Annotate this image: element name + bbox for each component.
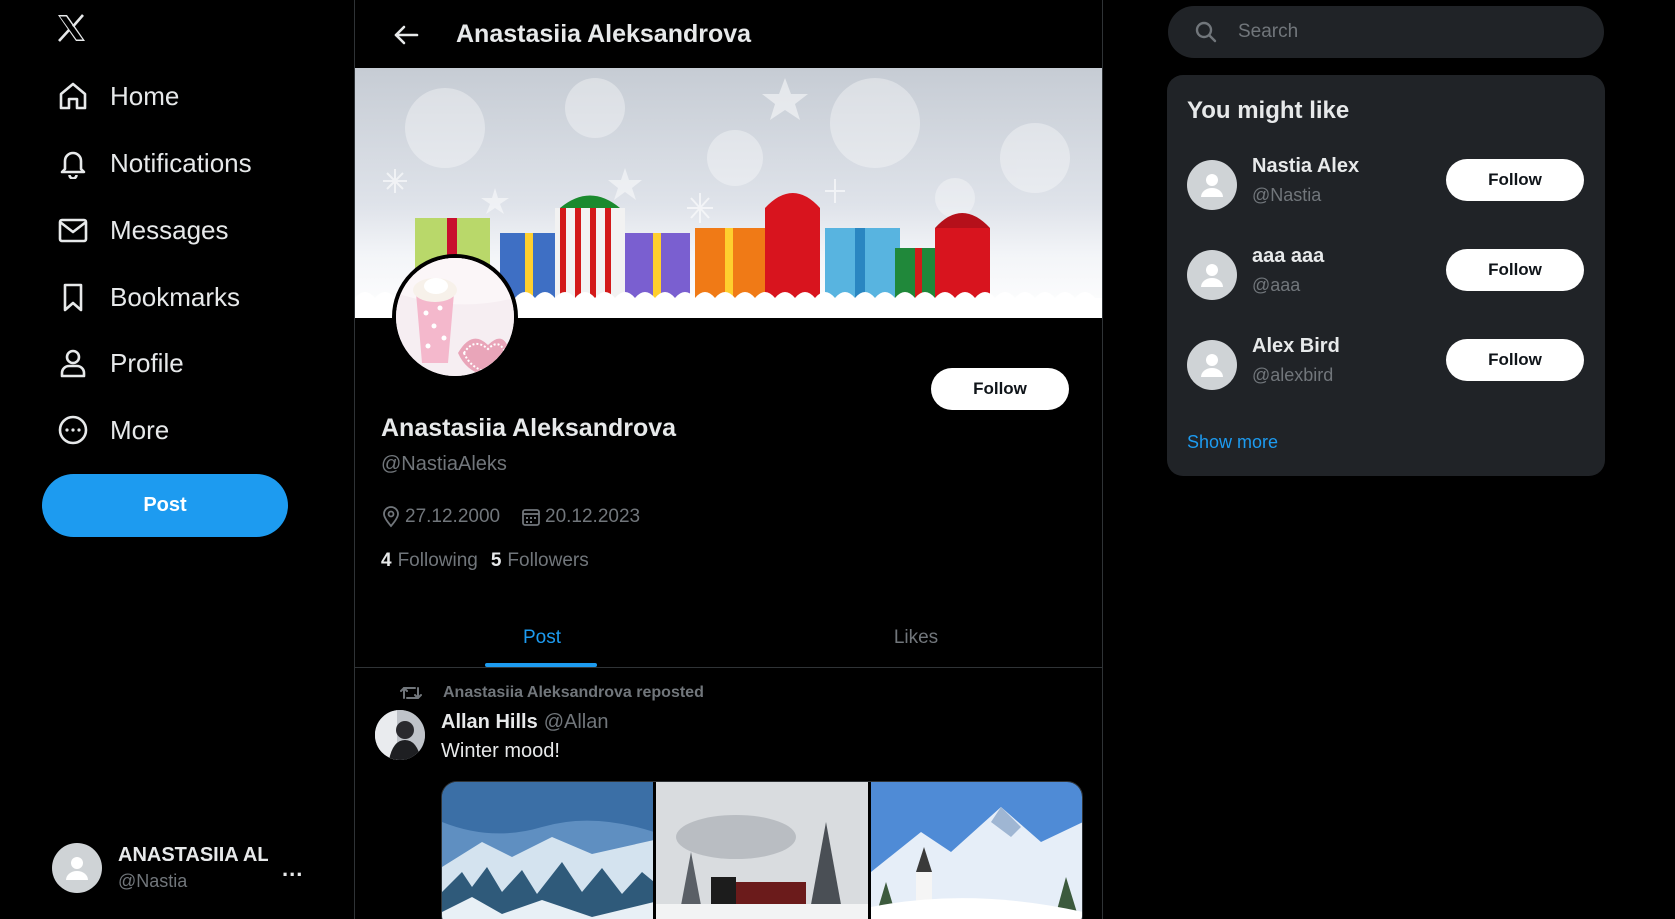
post-image[interactable]: [442, 782, 654, 919]
avatar: [1187, 340, 1237, 390]
suggested-user[interactable]: Alex Bird @alexbird Follow: [1187, 335, 1587, 395]
joined-date-text: 20.12.2023: [545, 506, 641, 527]
suggested-user-handle: @alexbird: [1252, 365, 1334, 385]
profile-name: Anastasiia Aleksandrova: [381, 414, 677, 442]
tab-post[interactable]: Post: [355, 608, 729, 668]
sidebar-item-more[interactable]: More: [54, 405, 169, 455]
sidebar-item-notifications[interactable]: Notifications: [54, 138, 252, 188]
followers-label: Followers: [507, 550, 589, 571]
follow-button[interactable]: Follow: [931, 368, 1069, 410]
avatar: [52, 843, 102, 893]
suggested-user-name: Nastia Alex: [1252, 155, 1360, 177]
x-logo-icon[interactable]: [53, 10, 89, 46]
follow-stats: 4 Following 5 Followers: [381, 550, 602, 572]
suggested-user-name: aaa aaa: [1252, 245, 1325, 267]
post-author-handle: @Allan: [543, 711, 609, 733]
joined-date: 20.12.2023: [521, 506, 640, 528]
left-sidebar: Home Notifications Messages Bookmarks Pr…: [0, 0, 354, 919]
suggested-user-handle: @aaa: [1252, 275, 1301, 295]
avatar: [1187, 160, 1237, 210]
profile-column: Anastasiia Aleksandrova Follow Anastasii…: [354, 0, 1103, 919]
repost-indicator: Anastasiia Aleksandrova reposted: [399, 684, 704, 702]
more-dots-icon[interactable]: ...: [282, 856, 303, 882]
post-text: Winter mood!: [441, 740, 560, 762]
sidebar-item-label: Messages: [110, 214, 229, 245]
page-title: Anastasiia Aleksandrova: [456, 20, 752, 48]
sidebar-item-label: Profile: [110, 347, 184, 378]
followers-count: 5: [490, 550, 502, 571]
follow-button[interactable]: Follow: [1446, 339, 1584, 381]
following-count: 4: [381, 550, 392, 571]
search-bar[interactable]: [1168, 6, 1604, 58]
post-author: Allan Hills @Allan: [441, 711, 608, 734]
person-icon: [54, 344, 92, 382]
birth-date: 27.12.2000: [381, 506, 500, 528]
sidebar-item-home[interactable]: Home: [54, 71, 179, 121]
sidebar-item-label: Bookmarks: [110, 281, 241, 312]
account-switcher[interactable]: ANASTASIIA AL @Nastia ...: [52, 842, 322, 894]
location-pin-icon: [381, 506, 401, 528]
account-handle: @Nastia: [118, 871, 188, 891]
more-circle-icon: [54, 411, 92, 449]
repost-icon: [399, 684, 423, 702]
panel-title: You might like: [1187, 97, 1350, 124]
envelope-icon: [54, 211, 92, 249]
post-media-gallery: [441, 781, 1083, 919]
repost-text: Anastasiia Aleksandrova reposted: [443, 684, 704, 701]
suggested-user-handle: @Nastia: [1252, 185, 1322, 205]
home-icon: [54, 77, 92, 115]
bell-icon: [54, 144, 92, 182]
profile-header-bar: Anastasiia Aleksandrova: [355, 0, 1102, 68]
follow-button[interactable]: Follow: [1446, 249, 1584, 291]
sidebar-item-label: Home: [110, 80, 180, 111]
post-author-avatar[interactable]: [375, 710, 425, 760]
follow-button[interactable]: Follow: [1446, 159, 1584, 201]
suggested-user[interactable]: aaa aaa @aaa Follow: [1187, 245, 1587, 305]
sidebar-item-profile[interactable]: Profile: [54, 338, 184, 388]
show-more-link[interactable]: Show more: [1187, 432, 1278, 453]
search-icon: [1194, 20, 1218, 44]
suggested-user[interactable]: Nastia Alex @Nastia Follow: [1187, 155, 1587, 215]
back-arrow-icon[interactable]: [391, 20, 421, 50]
avatar: [1187, 250, 1237, 300]
post-author-name[interactable]: Allan Hills: [441, 711, 538, 734]
post-button[interactable]: Post: [42, 474, 288, 537]
birth-date-text: 27.12.2000: [405, 506, 501, 527]
profile-avatar[interactable]: [392, 254, 518, 380]
following-label: Following: [397, 550, 478, 571]
sidebar-item-messages[interactable]: Messages: [54, 205, 229, 255]
followers-link[interactable]: 5 Followers: [491, 550, 589, 572]
search-input[interactable]: [1238, 21, 1578, 43]
profile-handle: @NastiaAleks: [381, 453, 507, 475]
account-name: ANASTASIIA AL: [118, 844, 268, 866]
profile-tabs: Post Likes: [355, 608, 1102, 668]
tab-likes[interactable]: Likes: [729, 608, 1102, 668]
sidebar-item-label: Notifications: [110, 147, 252, 178]
following-link[interactable]: 4 Following: [381, 550, 478, 572]
who-to-follow-panel: You might like Nastia Alex @Nastia Follo…: [1167, 75, 1605, 476]
sidebar-item-label: More: [110, 414, 170, 445]
calendar-icon: [521, 507, 541, 527]
post-image[interactable]: [656, 782, 868, 919]
active-tab-indicator: [485, 663, 597, 667]
suggested-user-name: Alex Bird: [1252, 335, 1340, 357]
post-image[interactable]: [870, 782, 1082, 919]
bookmark-icon: [54, 278, 92, 316]
sidebar-item-bookmarks[interactable]: Bookmarks: [54, 272, 240, 322]
